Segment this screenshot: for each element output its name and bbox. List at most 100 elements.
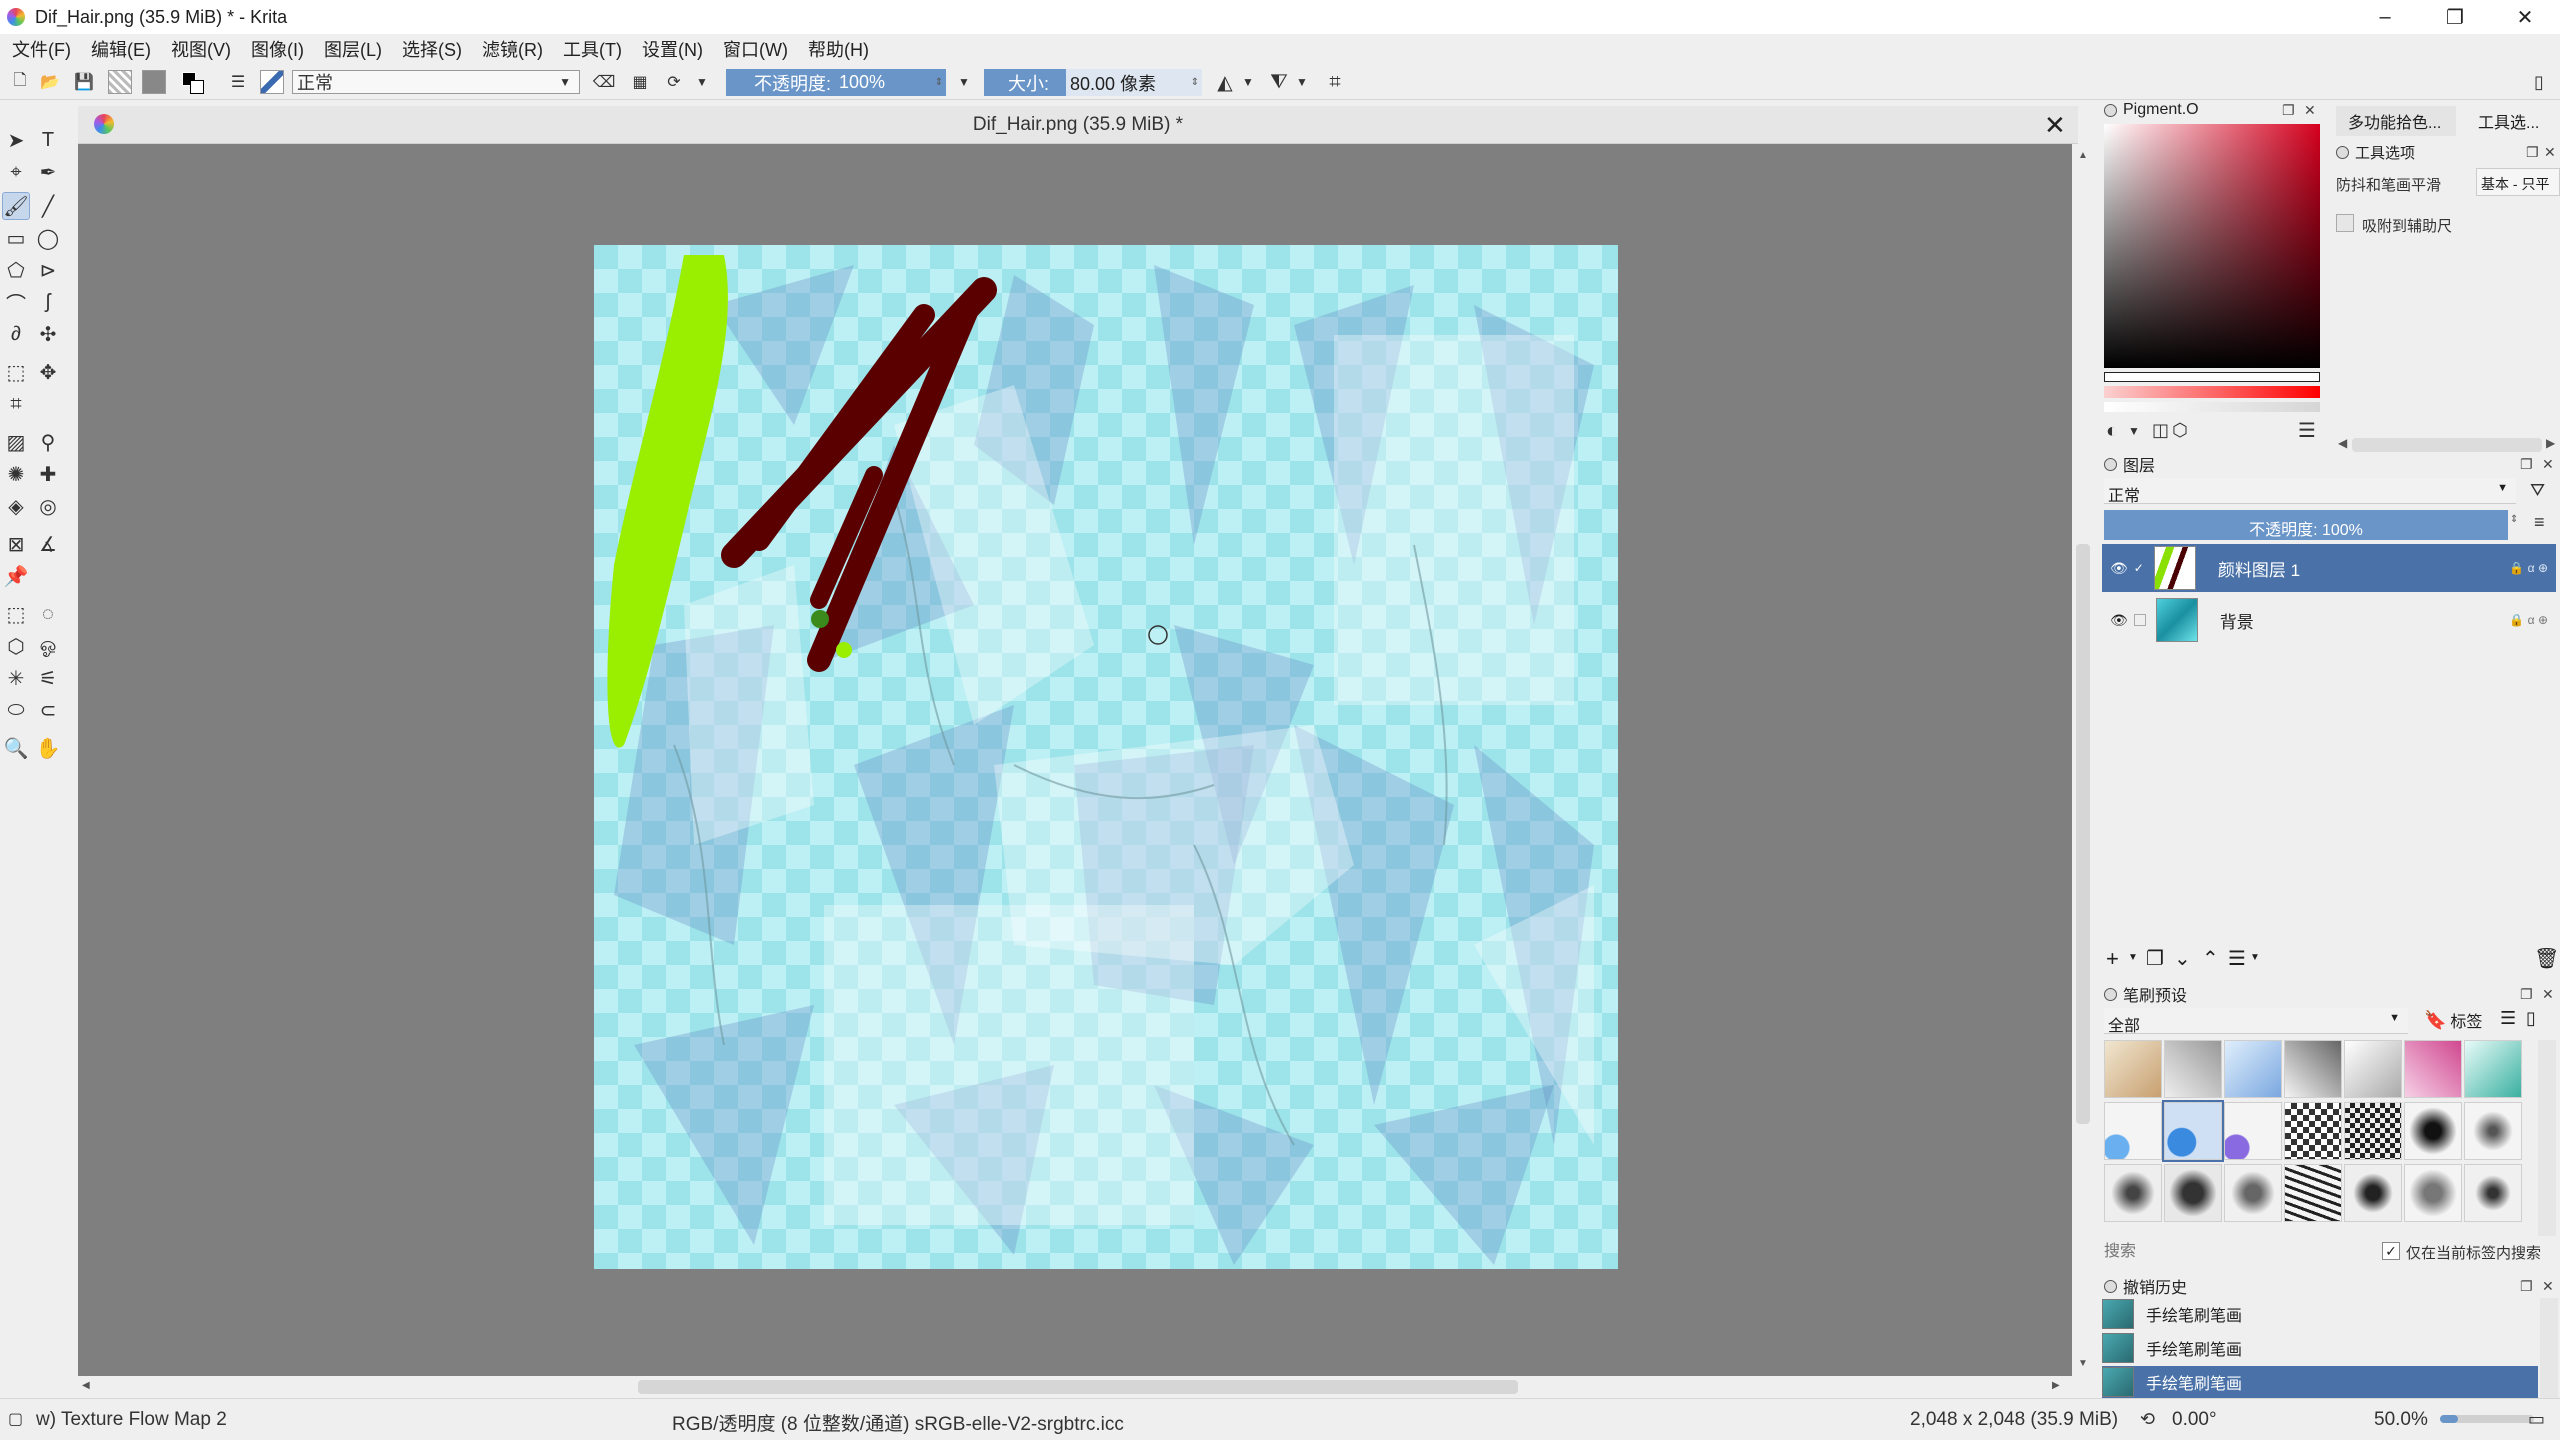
visibility-eye-icon[interactable]: 👁 [2110,612,2128,629]
horizontal-scroll-thumb[interactable] [638,1380,1518,1394]
history-item[interactable]: 手绘笔刷笔画 [2102,1298,2542,1330]
menu-tools[interactable]: 工具(T) [563,36,622,62]
close-window-button[interactable]: ✕ [2490,0,2560,34]
float-docker-icon[interactable]: ❐ [2520,1278,2533,1295]
layer-blend-mode-select[interactable]: 正常 ▼ [2104,478,2516,505]
layer-lock-icon[interactable]: 🔒 α ⊕ [2509,613,2548,627]
tab-tool-options[interactable]: 工具选... [2466,106,2560,136]
enclose-fill-tool-icon[interactable]: ◎ [34,492,62,520]
close-docker-icon[interactable]: ✕ [2544,144,2556,161]
contiguous-select-tool-icon[interactable]: ✳ [2,664,30,692]
gradient-tool-icon[interactable]: ▨ [2,428,30,456]
brush-grid-scrollbar[interactable] [2538,1040,2556,1236]
brush-preset-item[interactable] [2464,1040,2522,1098]
brush-storage-icon[interactable]: ▯ [2526,1008,2536,1029]
reload-preset-icon[interactable]: ⟳ [662,70,686,94]
scroll-left-icon[interactable]: ◀ [2338,436,2347,450]
brush-preset-item[interactable] [2284,1102,2342,1160]
fg-bg-color-icon[interactable] [180,70,208,94]
transform-tool-icon[interactable]: ⬚ [2,358,30,386]
vertical-scrollbar[interactable]: ▲ ▼ [2072,144,2094,1376]
tab-multifunction-color[interactable]: 多功能拾色... [2336,106,2456,136]
panel-mode-icon[interactable]: ◐ [2106,420,2118,443]
bezier-tool-icon[interactable]: ⌒ [2,288,30,316]
document-tab-title[interactable]: Dif_Hair.png (35.9 MiB) * [78,114,2078,136]
history-item-selected[interactable]: 手绘笔刷笔画 [2102,1366,2538,1398]
select-shape-tool-icon[interactable]: ➤ [2,126,30,154]
fullscreen-icon[interactable]: ▭ [2528,1409,2545,1430]
brush-preset-item[interactable] [2164,1164,2222,1222]
brush-preset-selected[interactable] [2162,1100,2224,1162]
color-menu-icon[interactable]: ☰ [2298,418,2316,443]
float-docker-icon[interactable]: ❐ [2526,144,2539,161]
float-docker-icon[interactable]: ❐ [2520,986,2533,1003]
blend-mode-select[interactable]: 正常 ▼ [292,70,580,94]
canvas-area[interactable] [78,144,2072,1376]
close-docker-icon[interactable]: ✕ [2304,102,2316,119]
polygon-tool-icon[interactable]: ⬠ [2,256,30,284]
text-tool-icon[interactable]: T [34,126,62,154]
brush-preset-icon[interactable] [260,70,284,94]
scroll-right-icon[interactable]: ▶ [2546,436,2555,450]
dockers-toggle-icon[interactable]: ▯ [2526,70,2552,94]
calligraphy-tool-icon[interactable]: ✒ [34,158,62,186]
menu-layer[interactable]: 图层(L) [324,36,382,62]
mirror-horizontal-icon[interactable]: ◭ [1212,70,1238,94]
brush-preset-item[interactable] [2104,1102,2162,1160]
brush-preset-item[interactable] [2284,1040,2342,1098]
gradient-selector-icon[interactable] [108,70,132,94]
multibrush-tool-icon[interactable]: ✣ [34,320,62,348]
value-bar[interactable] [2104,372,2320,382]
add-layer-icon[interactable]: + [2106,946,2119,972]
filter-icon[interactable]: ⛛ [2530,480,2545,501]
layer-check-icon[interactable]: ✓ [2134,561,2144,575]
brush-preset-item[interactable] [2104,1040,2162,1098]
visibility-eye-icon[interactable]: 👁 [2110,560,2128,577]
layer-lock-icon[interactable]: 🔒 α ⊕ [2509,561,2548,575]
maximize-button[interactable]: ❐ [2420,0,2490,34]
opacity-slider[interactable]: 不透明度: 100% [726,69,946,96]
brush-preset-item[interactable] [2284,1164,2342,1222]
harmony-icon[interactable]: ◫ [2152,420,2169,441]
color-square[interactable] [2104,124,2320,368]
eraser-mode-icon[interactable]: ⌫ [592,70,616,94]
brush-preset-item[interactable] [2464,1102,2522,1160]
layer-check-icon[interactable] [2133,614,2146,626]
close-document-icon[interactable]: ✕ [2044,110,2066,141]
chevron-down-icon[interactable]: ▼ [2250,952,2260,963]
tag-button[interactable]: 🔖 标签 [2424,1008,2482,1032]
freehand-path-tool-icon[interactable]: ʃ [34,288,62,316]
brush-preset-item[interactable] [2404,1164,2462,1222]
menu-edit[interactable]: 编辑(E) [91,36,151,62]
edit-shape-tool-icon[interactable]: ⌖ [2,158,30,186]
brush-preset-item[interactable] [2344,1040,2402,1098]
smoothing-select[interactable]: 基本 - 只平 [2476,168,2560,196]
rotation-value[interactable]: 0.00° [2172,1409,2217,1431]
size-spin-icon[interactable]: ⇕ [1188,70,1202,94]
ellipse-tool-icon[interactable]: ◯ [34,224,62,252]
opacity-spin-icon[interactable]: ⇕ [932,70,946,94]
float-docker-icon[interactable]: ❐ [2282,102,2295,119]
new-document-icon[interactable]: 🗋 [8,70,32,94]
history-item[interactable]: 手绘笔刷笔画 [2102,1332,2542,1364]
save-icon[interactable]: 💾 [72,70,96,94]
float-docker-icon[interactable]: ❐ [2520,456,2533,473]
opacity-spin-icon[interactable]: ⇕ [2510,514,2518,525]
layer-name[interactable]: 颜料图层 1 [2218,556,2300,581]
mirror-vertical-icon[interactable]: ⧨ [1266,70,1292,94]
menu-settings[interactable]: 设置(N) [642,36,703,62]
canvas-image[interactable] [594,245,1618,1269]
brush-preset-item[interactable] [2224,1040,2282,1098]
brush-preset-item[interactable] [2104,1164,2162,1222]
hue-bar[interactable] [2104,386,2320,398]
layer-row-background[interactable]: 👁 背景 🔒 α ⊕ [2102,596,2556,644]
bezier-select-tool-icon[interactable]: ⬭ [2,696,30,724]
open-document-icon[interactable]: 📂 [38,70,62,94]
dynamic-brush-tool-icon[interactable]: ∂ [2,320,30,348]
menu-select[interactable]: 选择(S) [402,36,462,62]
menu-help[interactable]: 帮助(H) [808,36,869,62]
pattern-selector-icon[interactable] [142,70,166,94]
chevron-down-icon[interactable]: ▼ [1294,70,1310,94]
chevron-down-icon[interactable]: ▼ [1240,70,1256,94]
freehand-select-tool-icon[interactable]: ஓ [34,632,62,660]
